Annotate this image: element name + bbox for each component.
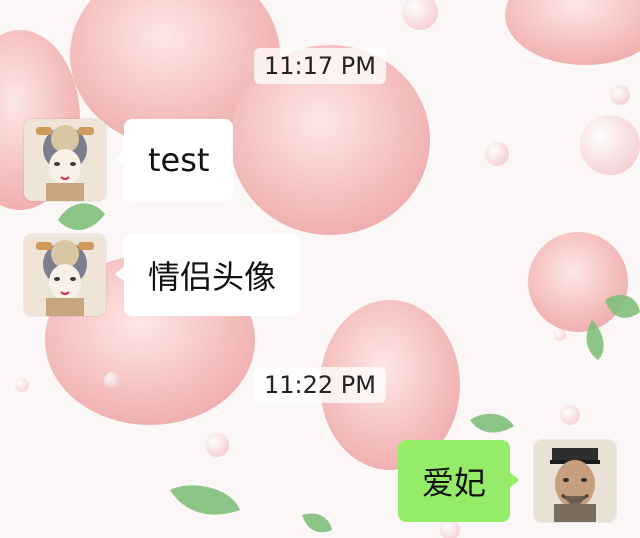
emperor-portrait-avatar bbox=[534, 440, 616, 522]
message-text-1: test bbox=[148, 141, 210, 179]
leaf-1 bbox=[58, 203, 105, 231]
leaf-6 bbox=[302, 513, 332, 533]
leaf-4 bbox=[470, 413, 514, 433]
droplet-9 bbox=[15, 378, 29, 392]
message-text-2: 情侣头像 bbox=[148, 258, 277, 296]
bubble-tail bbox=[115, 266, 125, 282]
bubble-tail bbox=[115, 151, 125, 167]
droplet-5 bbox=[610, 85, 630, 105]
peach-5 bbox=[528, 232, 628, 332]
leaf-5 bbox=[170, 485, 240, 515]
timestamp-1: 11:17 PM bbox=[254, 48, 386, 84]
droplet-10 bbox=[554, 329, 566, 341]
droplet-1 bbox=[402, 0, 438, 30]
droplet-4 bbox=[205, 433, 229, 457]
empress-avatar-2[interactable] bbox=[24, 234, 106, 316]
droplet-2 bbox=[580, 115, 640, 175]
empress-portrait-avatar bbox=[24, 119, 106, 201]
timestamp-text: 11:17 PM bbox=[264, 52, 376, 80]
message-bubble-2[interactable]: 情侣头像 bbox=[115, 234, 301, 316]
droplet-3 bbox=[485, 142, 509, 166]
timestamp-2: 11:22 PM bbox=[254, 367, 386, 403]
message-text-3: 爱妃 bbox=[421, 464, 486, 502]
timestamp-text: 11:22 PM bbox=[264, 371, 376, 399]
droplet-6 bbox=[104, 372, 120, 388]
droplet-7 bbox=[440, 520, 460, 538]
message-bubble-3[interactable]: 爱妃 bbox=[397, 440, 519, 522]
empress-portrait-avatar bbox=[24, 234, 106, 316]
emperor-avatar[interactable] bbox=[534, 440, 616, 522]
droplet-8 bbox=[560, 405, 580, 425]
empress-avatar-1[interactable] bbox=[24, 119, 106, 201]
peach-4 bbox=[505, 0, 640, 65]
message-bubble-1[interactable]: test bbox=[115, 119, 234, 201]
bubble-tail bbox=[509, 472, 519, 488]
